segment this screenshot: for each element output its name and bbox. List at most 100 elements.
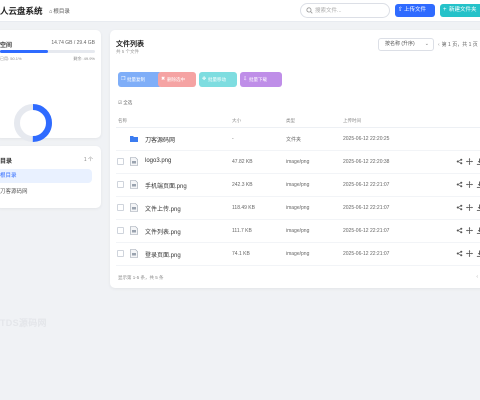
share-icon[interactable]: [456, 181, 463, 188]
share-icon[interactable]: [456, 227, 463, 234]
move-icon[interactable]: [466, 204, 473, 211]
bulk-copy-button[interactable]: ❐ 批量复制: [118, 72, 162, 87]
file-name[interactable]: logo3.png: [145, 158, 171, 164]
home-icon: ⌂: [49, 9, 53, 15]
chevron-left-icon[interactable]: ‹: [476, 274, 478, 280]
file-count: 共 5 个文件: [116, 49, 140, 54]
copy-icon: ❐: [121, 76, 126, 82]
file-size: 47.82 KB: [232, 159, 253, 165]
upload-file-button[interactable]: ⇧ 上传文件: [395, 4, 435, 17]
upload-file-label: 上传文件: [404, 7, 427, 13]
column-header-type[interactable]: 类型: [286, 118, 295, 124]
move-icon[interactable]: [466, 227, 473, 234]
move-icon[interactable]: [466, 181, 473, 188]
file-type: image/png: [286, 205, 310, 211]
file-name[interactable]: 文件上传.png: [145, 204, 181, 213]
column-header-date[interactable]: 上传时间: [343, 118, 361, 124]
search-icon: [306, 7, 313, 14]
download-icon[interactable]: [476, 250, 480, 257]
file-type: image/png: [286, 228, 310, 234]
delete-selected-button[interactable]: ✖ 删除选中: [158, 72, 196, 87]
file-date: 2025-06-12 22:20:38: [343, 159, 390, 165]
folder-tree-card: 目录 1 个 根目录 刀客源码网: [0, 146, 101, 208]
column-header-size[interactable]: 大小: [232, 118, 241, 124]
column-header-name[interactable]: 名称: [118, 118, 127, 124]
move-icon[interactable]: [466, 158, 473, 165]
table-row[interactable]: logo3.png 47.82 KB image/png 2025-06-12 22:…: [116, 151, 480, 174]
file-date: 2025-06-12 22:21:07: [343, 251, 390, 257]
row-checkbox[interactable]: [117, 227, 124, 234]
bulk-move-label: 批量移动: [208, 77, 226, 82]
file-type: image/png: [286, 159, 310, 165]
select-all-checkbox[interactable]: ☑ 全选: [118, 100, 132, 106]
file-image-icon: [130, 249, 138, 258]
file-name[interactable]: 刀客源码网: [145, 135, 175, 144]
row-checkbox[interactable]: [117, 204, 124, 211]
select-all-label: 全选: [123, 100, 133, 105]
table-row[interactable]: 手机端页面.png 242.3 KB image/png 2025-06-12 22:…: [116, 174, 480, 197]
breadcrumb-home[interactable]: ⌂根目录: [49, 7, 70, 15]
table-row[interactable]: 登录页面.png 74.1 KB image/png 2025-06-12 22:21…: [116, 243, 480, 266]
file-size: 118.49 KB: [232, 205, 255, 211]
share-icon[interactable]: [456, 250, 463, 257]
bulk-download-button[interactable]: ⇩ 批量下载: [240, 72, 282, 87]
chevron-left-icon[interactable]: ‹: [438, 42, 440, 48]
table-header: 名称 大小 类型 上传时间: [116, 116, 480, 126]
folder-count: 1 个: [83, 157, 93, 163]
watermark: TDS源码网: [0, 318, 47, 328]
table-row[interactable]: 刀客源码网 - 文件夹 2025-06-12 22:20:25: [116, 128, 480, 151]
file-date: 2025-06-12 22:21:07: [343, 182, 390, 188]
new-folder-icon: +: [443, 7, 447, 13]
storage-donut-chart: [14, 104, 52, 142]
bulk-move-button[interactable]: ✥ 批量移动: [199, 72, 237, 87]
storage-title: 空间: [0, 43, 13, 49]
bulk-download-label: 批量下载: [249, 77, 267, 82]
file-type: 文件夹: [286, 137, 302, 143]
folder-icon: [130, 136, 138, 142]
download-icon[interactable]: [476, 204, 480, 211]
search-input[interactable]: [315, 6, 387, 16]
file-date: 2025-06-12 22:21:07: [343, 205, 390, 211]
file-size: 242.3 KB: [232, 182, 253, 188]
file-size: 111.7 KB: [232, 228, 252, 234]
file-name[interactable]: 登录页面.png: [145, 250, 181, 259]
storage-used-percent: 已用: 50.1%: [0, 56, 22, 61]
file-image-icon: [130, 226, 138, 235]
pagination-label: 第 1 页，共 1 页: [441, 42, 478, 48]
storage-usage: 14.74 GB / 29.4 GB: [51, 40, 95, 46]
download-icon[interactable]: [476, 181, 480, 188]
new-folder-button[interactable]: + 新建文件夹: [440, 4, 480, 17]
download-icon[interactable]: [476, 227, 480, 234]
file-name[interactable]: 文件列表.png: [145, 227, 181, 236]
storage-card: 空间 14.74 GB / 29.4 GB 已用: 50.1% 剩余: 49.9…: [0, 30, 101, 153]
sort-select-value: 按名称 (升序): [385, 41, 415, 47]
folder-item-daoke[interactable]: 刀客源码网: [0, 185, 92, 199]
sort-select[interactable]: 按名称 (升序) ⌄: [378, 38, 434, 51]
move-icon: ✥: [202, 76, 207, 82]
file-list-panel: 文件列表 共 5 个文件 按名称 (升序) ⌄ ‹ 第 1 页，共 1 页 ❐ 批量复…: [110, 30, 480, 288]
search-box[interactable]: [300, 3, 390, 18]
row-checkbox[interactable]: [117, 158, 124, 165]
share-icon[interactable]: [456, 204, 463, 211]
move-icon[interactable]: [466, 250, 473, 257]
storage-free-percent: 剩余: 49.9%: [73, 56, 95, 61]
table-row[interactable]: 文件列表.png 111.7 KB image/png 2025-06-12 22:2…: [116, 220, 480, 243]
file-name[interactable]: 手机端页面.png: [145, 181, 187, 190]
bulk-copy-label: 批量复制: [127, 77, 145, 82]
file-date: 2025-06-12 22:20:25: [343, 136, 390, 142]
app-brand[interactable]: 人云盘系统: [0, 5, 43, 17]
share-icon[interactable]: [456, 158, 463, 165]
file-size: 74.1 KB: [232, 251, 250, 257]
storage-progress-bar: [0, 50, 95, 53]
download-icon[interactable]: [476, 158, 480, 165]
row-checkbox[interactable]: [117, 250, 124, 257]
file-type: image/png: [286, 251, 310, 257]
download-icon: ⇩: [243, 76, 248, 82]
pagination-info: ‹ 第 1 页，共 1 页: [438, 41, 478, 48]
file-size: -: [232, 136, 234, 142]
table-row[interactable]: 文件上传.png 118.49 KB image/png 2025-06-12 22:…: [116, 197, 480, 220]
file-type: image/png: [286, 182, 310, 188]
folder-item-root[interactable]: 根目录: [0, 169, 92, 183]
file-list-title: 文件列表: [116, 41, 144, 48]
row-checkbox[interactable]: [117, 181, 124, 188]
